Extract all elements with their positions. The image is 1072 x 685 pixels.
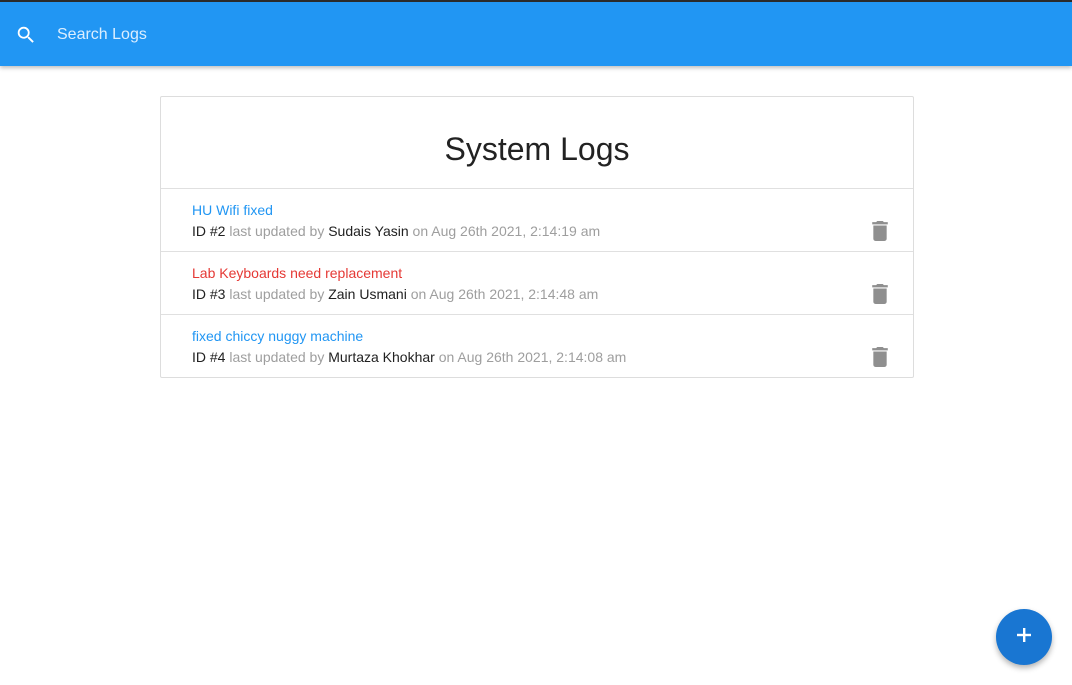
top-navbar	[0, 0, 1072, 66]
delete-icon[interactable]	[871, 347, 889, 367]
log-tech: Sudais Yasin	[328, 223, 409, 239]
log-updated-by-text: last updated by	[229, 349, 325, 365]
card-header: System Logs	[161, 97, 913, 189]
log-id: ID #2	[192, 223, 226, 239]
delete-icon[interactable]	[871, 221, 889, 241]
log-date: on Aug 26th 2021, 2:14:48 am	[410, 286, 599, 302]
log-date: on Aug 26th 2021, 2:14:19 am	[412, 223, 601, 239]
log-meta: ID #3 last updated by Zain Usmani on Aug…	[192, 286, 598, 302]
log-id: ID #4	[192, 349, 226, 365]
plus-icon	[1016, 627, 1032, 648]
delete-icon[interactable]	[871, 284, 889, 304]
log-message-link[interactable]: Lab Keyboards need replacement	[192, 265, 402, 281]
log-meta: ID #4 last updated by Murtaza Khokhar on…	[192, 349, 626, 365]
log-tech: Zain Usmani	[328, 286, 407, 302]
log-item: HU Wifi fixed ID #2 last updated by Suda…	[161, 189, 913, 252]
log-message-link[interactable]: fixed chiccy nuggy machine	[192, 328, 363, 344]
log-item: fixed chiccy nuggy machine ID #4 last up…	[161, 315, 913, 378]
log-updated-by-text: last updated by	[229, 223, 325, 239]
log-updated-by-text: last updated by	[229, 286, 325, 302]
log-id: ID #3	[192, 286, 226, 302]
page-title: System Logs	[444, 131, 630, 167]
log-meta: ID #2 last updated by Sudais Yasin on Au…	[192, 223, 600, 239]
search-input[interactable]	[57, 19, 757, 51]
log-message-link[interactable]: HU Wifi fixed	[192, 202, 273, 218]
logs-card: System Logs HU Wifi fixed ID #2 last upd…	[160, 96, 914, 378]
log-date: on Aug 26th 2021, 2:14:08 am	[438, 349, 627, 365]
add-log-button[interactable]	[996, 609, 1052, 665]
search-icon[interactable]	[15, 24, 37, 46]
log-item: Lab Keyboards need replacement ID #3 las…	[161, 252, 913, 315]
log-tech: Murtaza Khokhar	[328, 349, 435, 365]
